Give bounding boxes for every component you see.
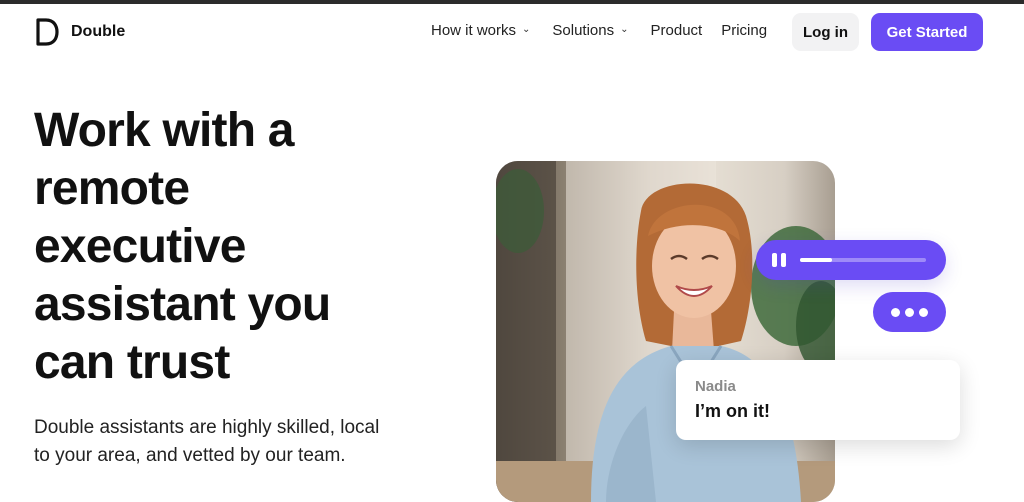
get-started-button[interactable]: Get Started bbox=[871, 13, 983, 51]
hero-title-line: assistant you bbox=[34, 278, 331, 331]
message-text: I’m on it! bbox=[695, 401, 770, 421]
top-border bbox=[0, 0, 1024, 4]
brand-logo-link[interactable]: Double bbox=[35, 17, 125, 47]
nav-product[interactable]: Product bbox=[651, 22, 703, 39]
hero-title-line: executive bbox=[34, 220, 246, 273]
typing-dots-icon bbox=[873, 292, 946, 332]
audio-progress-fill bbox=[800, 258, 832, 262]
assistant-illustration bbox=[496, 161, 835, 502]
hero-subtitle: Double assistants are highly skilled, lo… bbox=[34, 414, 414, 470]
nav-how-it-works[interactable]: How it works ⌄ bbox=[431, 22, 530, 39]
assistant-photo bbox=[496, 161, 835, 502]
login-button[interactable]: Log in bbox=[792, 13, 859, 51]
hero-subtitle-line: to your area, and vetted by our team. bbox=[34, 445, 346, 466]
hero-subtitle-line: Double assistants are highly skilled, lo… bbox=[34, 417, 380, 438]
audio-progress-track[interactable] bbox=[800, 258, 926, 262]
audio-player[interactable] bbox=[756, 240, 946, 280]
hero-title-line: Work with a bbox=[34, 104, 294, 157]
nav-label: Pricing bbox=[721, 22, 768, 39]
double-d-logo-icon bbox=[36, 18, 59, 46]
chevron-down-icon: ⌄ bbox=[522, 24, 531, 35]
nav-label: How it works bbox=[431, 22, 517, 39]
hero-title-line: remote bbox=[34, 162, 190, 215]
nav-solutions[interactable]: Solutions ⌄ bbox=[552, 22, 628, 39]
nav-label: Product bbox=[650, 22, 703, 39]
hero-title-line: can trust bbox=[34, 336, 230, 389]
chevron-down-icon: ⌄ bbox=[620, 24, 629, 35]
nav-pricing[interactable]: Pricing bbox=[721, 22, 767, 39]
brand-name: Double bbox=[71, 23, 126, 40]
pause-icon[interactable] bbox=[772, 253, 788, 267]
hero-title: Work with a remote executive assistant y… bbox=[34, 102, 454, 392]
main-nav: How it works ⌄ Solutions ⌄ Product Prici… bbox=[431, 22, 767, 39]
message-sender-name: Nadia bbox=[695, 378, 736, 395]
nav-label: Solutions bbox=[552, 22, 615, 39]
message-card: Nadia I’m on it! bbox=[676, 360, 960, 440]
